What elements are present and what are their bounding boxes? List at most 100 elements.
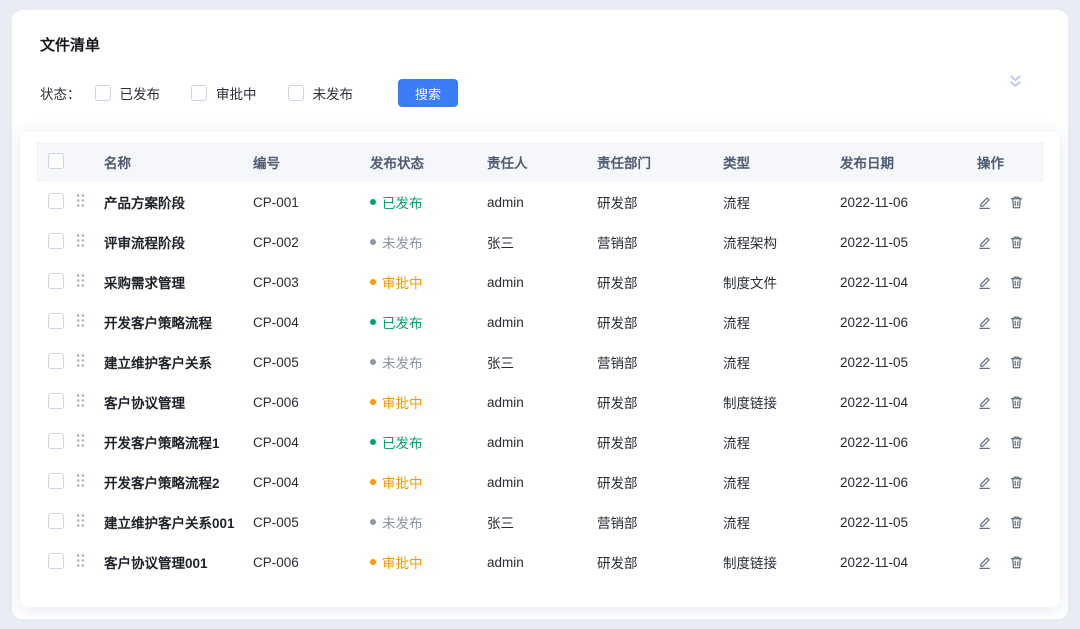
drag-handle-icon[interactable] bbox=[76, 393, 85, 408]
published-checkbox[interactable] bbox=[95, 85, 111, 101]
drag-handle-icon[interactable] bbox=[76, 193, 85, 208]
row-checkbox[interactable] bbox=[48, 393, 64, 409]
delete-trash-icon[interactable] bbox=[1009, 315, 1024, 330]
edit-pencil-icon[interactable] bbox=[977, 275, 992, 290]
status-filter-label: 状态： bbox=[40, 83, 81, 103]
approving-checkbox[interactable] bbox=[191, 85, 207, 101]
delete-trash-icon[interactable] bbox=[1009, 515, 1024, 530]
doc-department: 研发部 bbox=[597, 542, 723, 582]
status-text: 审批中 bbox=[382, 472, 423, 492]
edit-pencil-icon[interactable] bbox=[977, 555, 992, 570]
doc-date: 2022-11-06 bbox=[840, 182, 977, 222]
doc-type: 制度链接 bbox=[723, 382, 840, 422]
row-checkbox[interactable] bbox=[48, 313, 64, 329]
row-checkbox[interactable] bbox=[48, 233, 64, 249]
drag-handle-icon[interactable] bbox=[76, 313, 85, 328]
drag-handle-icon[interactable] bbox=[76, 233, 85, 248]
row-actions bbox=[977, 435, 1044, 450]
table-row: 开发客户策略流程 CP-004 已发布 admin 研发部 流程 2022-11… bbox=[36, 302, 1044, 342]
row-checkbox[interactable] bbox=[48, 433, 64, 449]
table-row: 开发客户策略流程2 CP-004 审批中 admin 研发部 流程 2022-1… bbox=[36, 462, 1044, 502]
status-text: 审批中 bbox=[382, 552, 423, 572]
delete-trash-icon[interactable] bbox=[1009, 275, 1024, 290]
status-text: 已发布 bbox=[382, 312, 423, 332]
doc-date: 2022-11-04 bbox=[840, 262, 977, 302]
column-header-type: 类型 bbox=[723, 142, 840, 182]
delete-trash-icon[interactable] bbox=[1009, 475, 1024, 490]
search-button[interactable]: 搜索 bbox=[398, 79, 458, 107]
row-checkbox[interactable] bbox=[48, 553, 64, 569]
edit-pencil-icon[interactable] bbox=[977, 195, 992, 210]
edit-pencil-icon[interactable] bbox=[977, 315, 992, 330]
doc-name: 客户协议管理 bbox=[104, 382, 253, 422]
status-dot-icon bbox=[370, 239, 376, 245]
edit-pencil-icon[interactable] bbox=[977, 515, 992, 530]
table-body: 产品方案阶段 CP-001 已发布 admin 研发部 流程 2022-11-0… bbox=[36, 182, 1044, 582]
row-checkbox[interactable] bbox=[48, 273, 64, 289]
delete-trash-icon[interactable] bbox=[1009, 395, 1024, 410]
row-actions bbox=[977, 395, 1044, 410]
doc-department: 研发部 bbox=[597, 262, 723, 302]
column-header-actions: 操作 bbox=[977, 142, 1044, 182]
unpublished-checkbox[interactable] bbox=[288, 85, 304, 101]
edit-pencil-icon[interactable] bbox=[977, 395, 992, 410]
doc-department: 营销部 bbox=[597, 342, 723, 382]
edit-pencil-icon[interactable] bbox=[977, 435, 992, 450]
table-row: 评审流程阶段 CP-002 未发布 张三 营销部 流程架构 2022-11-05 bbox=[36, 222, 1044, 262]
table-row: 建立维护客户关系 CP-005 未发布 张三 营销部 流程 2022-11-05 bbox=[36, 342, 1044, 382]
row-checkbox[interactable] bbox=[48, 473, 64, 489]
drag-handle-icon[interactable] bbox=[76, 513, 85, 528]
status-badge: 已发布 bbox=[370, 432, 423, 452]
main-panel: 文件清单 状态： 已发布 审批中 未发布 搜索 bbox=[12, 10, 1068, 619]
doc-type: 流程 bbox=[723, 462, 840, 502]
doc-name: 产品方案阶段 bbox=[104, 182, 253, 222]
collapse-double-chevron-icon[interactable] bbox=[1007, 74, 1024, 89]
drag-handle-icon[interactable] bbox=[76, 353, 85, 368]
page-title: 文件清单 bbox=[40, 34, 1040, 55]
delete-trash-icon[interactable] bbox=[1009, 195, 1024, 210]
drag-handle-icon[interactable] bbox=[76, 473, 85, 488]
doc-name: 建立维护客户关系 bbox=[104, 342, 253, 382]
drag-handle-icon[interactable] bbox=[76, 553, 85, 568]
status-badge: 已发布 bbox=[370, 312, 423, 332]
edit-pencil-icon[interactable] bbox=[977, 235, 992, 250]
doc-owner: admin bbox=[487, 182, 597, 222]
filter-option-unpublished[interactable]: 未发布 bbox=[288, 83, 354, 103]
doc-owner: admin bbox=[487, 542, 597, 582]
delete-trash-icon[interactable] bbox=[1009, 555, 1024, 570]
delete-trash-icon[interactable] bbox=[1009, 235, 1024, 250]
delete-trash-icon[interactable] bbox=[1009, 355, 1024, 370]
status-text: 未发布 bbox=[382, 232, 423, 252]
doc-code: CP-003 bbox=[253, 262, 370, 302]
row-checkbox[interactable] bbox=[48, 193, 64, 209]
status-dot-icon bbox=[370, 199, 376, 205]
doc-code: CP-004 bbox=[253, 462, 370, 502]
status-badge: 审批中 bbox=[370, 472, 423, 492]
row-checkbox[interactable] bbox=[48, 513, 64, 529]
delete-trash-icon[interactable] bbox=[1009, 435, 1024, 450]
filter-option-published[interactable]: 已发布 bbox=[95, 83, 161, 103]
row-actions bbox=[977, 275, 1044, 290]
doc-code: CP-004 bbox=[253, 422, 370, 462]
doc-code: CP-005 bbox=[253, 502, 370, 542]
drag-handle-icon[interactable] bbox=[76, 433, 85, 448]
doc-name: 建立维护客户关系001 bbox=[104, 502, 253, 542]
table-row: 产品方案阶段 CP-001 已发布 admin 研发部 流程 2022-11-0… bbox=[36, 182, 1044, 222]
doc-code: CP-006 bbox=[253, 542, 370, 582]
table-row: 开发客户策略流程1 CP-004 已发布 admin 研发部 流程 2022-1… bbox=[36, 422, 1044, 462]
approving-checkbox-label: 审批中 bbox=[216, 83, 257, 103]
select-all-checkbox[interactable] bbox=[48, 153, 64, 169]
doc-name: 开发客户策略流程 bbox=[104, 302, 253, 342]
edit-pencil-icon[interactable] bbox=[977, 475, 992, 490]
column-header-department: 责任部门 bbox=[597, 142, 723, 182]
doc-type: 流程 bbox=[723, 342, 840, 382]
doc-department: 研发部 bbox=[597, 382, 723, 422]
doc-date: 2022-11-04 bbox=[840, 382, 977, 422]
row-checkbox[interactable] bbox=[48, 353, 64, 369]
status-text: 审批中 bbox=[382, 272, 423, 292]
status-dot-icon bbox=[370, 439, 376, 445]
edit-pencil-icon[interactable] bbox=[977, 355, 992, 370]
filter-option-approving[interactable]: 审批中 bbox=[191, 83, 257, 103]
drag-handle-icon[interactable] bbox=[76, 273, 85, 288]
doc-date: 2022-11-05 bbox=[840, 222, 977, 262]
